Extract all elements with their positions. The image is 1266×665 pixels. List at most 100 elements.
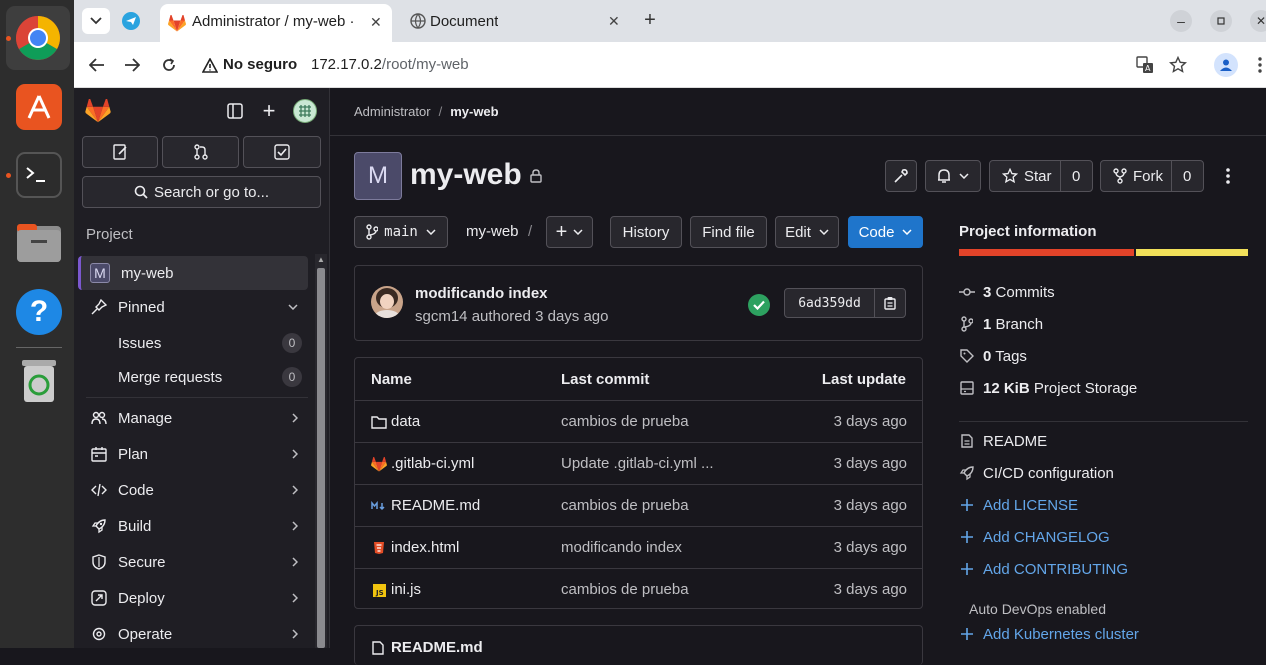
stat-label: Commits — [995, 283, 1055, 301]
project-actions-menu-icon[interactable] — [1220, 166, 1236, 186]
file-name[interactable]: ini.js — [391, 581, 421, 598]
forward-icon[interactable] — [121, 54, 143, 76]
create-new-icon[interactable]: + — [260, 98, 278, 123]
language-bar-javascript[interactable] — [1136, 249, 1248, 256]
plus-icon — [959, 626, 975, 642]
minimize-window-button[interactable]: – — [1170, 10, 1192, 32]
sidebar-item-pinned[interactable]: Pinned — [78, 290, 308, 324]
maximize-window-button[interactable] — [1210, 10, 1232, 32]
commit-title[interactable]: modificando index — [415, 285, 548, 302]
file-name[interactable]: README.md — [391, 497, 480, 514]
copy-sha-button[interactable] — [874, 288, 906, 318]
chevron-down-icon — [959, 173, 969, 179]
files-icon[interactable] — [16, 220, 62, 266]
language-bar-html[interactable] — [959, 249, 1134, 256]
cicd-link-label: CI/CD configuration — [983, 464, 1114, 482]
fork-button[interactable]: Fork 0 — [1100, 160, 1204, 192]
chevron-down-icon — [573, 229, 583, 235]
notifications-button[interactable] — [925, 160, 981, 192]
admin-settings-button[interactable] — [885, 160, 917, 192]
tab-gitlab[interactable]: Administrator / my-web · ✕ — [160, 4, 392, 42]
search-button[interactable]: Search or go to... — [82, 176, 321, 208]
translate-icon[interactable]: A — [1134, 54, 1156, 76]
table-row[interactable]: data cambios de prueba 3 days ago — [355, 400, 923, 442]
sidebar-scrollbar-thumb[interactable] — [317, 268, 325, 648]
sidebar-item-operate[interactable]: Operate — [78, 617, 308, 651]
chevron-down-icon — [902, 229, 912, 235]
file-commit[interactable]: Update .gitlab-ci.yml ... — [561, 455, 714, 472]
star-button[interactable]: Star 0 — [989, 160, 1093, 192]
file-updated: 3 days ago — [833, 581, 907, 598]
globe-favicon-icon — [410, 13, 426, 29]
terminal-icon[interactable] — [16, 152, 62, 198]
url-text[interactable]: 172.17.0.2/root/my-web — [311, 56, 469, 73]
language-bar[interactable] — [959, 249, 1248, 256]
file-commit[interactable]: modificando index — [561, 539, 682, 556]
gitlab-logo-icon[interactable] — [84, 98, 112, 124]
project-avatar: M — [90, 263, 110, 283]
chevron-right-icon — [292, 449, 298, 459]
profile-icon[interactable] — [1214, 53, 1238, 77]
table-row[interactable]: .gitlab-ci.yml Update .gitlab-ci.yml ...… — [355, 442, 923, 484]
copy-icon — [884, 296, 896, 310]
trash-icon[interactable] — [16, 358, 62, 404]
code-dropdown-button[interactable]: Code — [848, 216, 923, 248]
sidebar-project-name: my-web — [121, 264, 174, 282]
commit-sha[interactable]: 6ad359dd — [784, 288, 875, 318]
sidebar-item-merge-requests[interactable]: Merge requests 0 — [78, 360, 308, 394]
sidebar-item-code[interactable]: Code — [78, 473, 308, 507]
sidebar-item-issues[interactable]: Issues 0 — [78, 326, 308, 360]
history-button[interactable]: History — [610, 216, 682, 248]
sidebar-item-project[interactable]: M my-web — [78, 256, 308, 290]
table-row[interactable]: README.md cambios de prueba 3 days ago — [355, 484, 923, 526]
tab-search-button[interactable] — [82, 8, 110, 34]
file-name[interactable]: .gitlab-ci.yml — [391, 455, 474, 472]
deploy-icon — [90, 589, 108, 607]
file-name[interactable]: index.html — [391, 539, 459, 556]
pipeline-success-icon[interactable] — [748, 294, 770, 316]
file-commit[interactable]: cambios de prueba — [561, 581, 689, 598]
sidebar-item-manage[interactable]: Manage — [78, 401, 308, 435]
edit-button[interactable]: Edit — [775, 216, 839, 248]
breadcrumb-current[interactable]: my-web — [450, 104, 498, 119]
telegram-tab-icon[interactable] — [122, 12, 140, 30]
add-to-tree-button[interactable]: + — [546, 216, 593, 248]
sidebar-item-secure[interactable]: Secure — [78, 545, 308, 579]
reload-icon[interactable] — [158, 54, 180, 76]
file-name[interactable]: data — [391, 413, 420, 430]
header-name: Name — [371, 371, 412, 388]
file-commit[interactable]: cambios de prueba — [561, 497, 689, 514]
branch-selector[interactable]: main — [354, 216, 448, 248]
help-icon[interactable]: ? — [16, 289, 62, 335]
todo-button[interactable] — [82, 136, 158, 168]
breadcrumb-parent[interactable]: Administrator — [354, 104, 431, 119]
url-bar[interactable]: No seguro 172.17.0.2/root/my-web — [194, 48, 1244, 82]
bookmark-star-icon[interactable] — [1167, 54, 1189, 76]
chrome-dock-icon[interactable] — [6, 6, 70, 70]
sidebar-scrollbar[interactable]: ▲ — [315, 254, 327, 648]
browser-menu-icon[interactable] — [1254, 54, 1266, 76]
user-avatar[interactable] — [293, 99, 317, 123]
sidebar-item-plan[interactable]: Plan — [78, 437, 308, 471]
sidebar-item-build[interactable]: Build — [78, 509, 308, 543]
toggle-sidebar-icon[interactable] — [226, 102, 244, 120]
repo-path-link[interactable]: my-web — [466, 223, 519, 240]
commit-author-avatar[interactable] — [371, 286, 403, 318]
new-tab-button[interactable]: + — [640, 9, 660, 31]
security-label[interactable]: No seguro — [223, 56, 297, 73]
tab-gitlab-close-icon[interactable]: ✕ — [370, 14, 382, 31]
merge-requests-button[interactable] — [162, 136, 239, 168]
app-store-icon[interactable] — [16, 84, 62, 130]
table-row[interactable]: index.html modificando index 3 days ago — [355, 526, 923, 568]
back-icon[interactable] — [86, 54, 108, 76]
sidebar-item-deploy[interactable]: Deploy — [78, 581, 308, 615]
table-row[interactable]: JS ini.js cambios de prueba 3 days ago — [355, 568, 923, 610]
scroll-up-arrow-icon[interactable]: ▲ — [317, 256, 325, 264]
close-window-button[interactable]: ✕ — [1250, 10, 1266, 32]
tab-document-close-icon[interactable]: ✕ — [608, 13, 620, 30]
commit-author[interactable]: sgcm14 — [415, 308, 468, 325]
tab-document[interactable]: Document ✕ — [404, 6, 630, 36]
file-commit[interactable]: cambios de prueba — [561, 413, 689, 430]
issues-button[interactable] — [243, 136, 321, 168]
find-file-button[interactable]: Find file — [690, 216, 767, 248]
